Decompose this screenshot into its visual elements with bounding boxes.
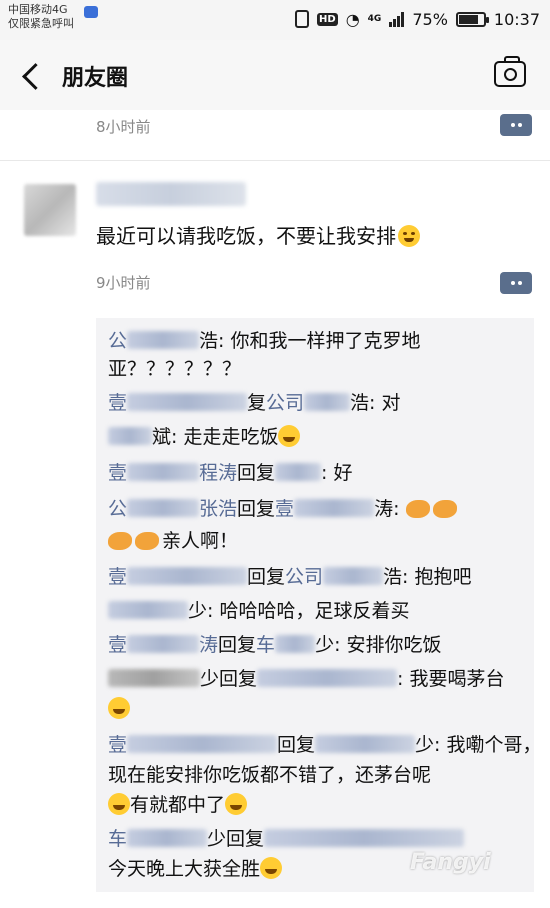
battery-icon — [455, 11, 489, 27]
comment-item[interactable]: 壹程涛回复: 好 — [108, 460, 353, 486]
hd-voice-icon: HD — [317, 12, 338, 26]
previous-post-time: 8小时前 — [96, 118, 151, 136]
status-bar: 中国移动4G 仅限紧急呼叫 HD ◔ 4G 75% 10:37 — [0, 0, 550, 40]
watermark: Fangyi — [410, 850, 491, 875]
crying-emoji-icon — [398, 225, 420, 247]
laughing-emoji-icon — [225, 793, 248, 815]
camera-icon[interactable] — [494, 56, 526, 87]
poster-name-blurred[interactable] — [96, 182, 246, 206]
post-more-button[interactable] — [500, 272, 532, 294]
post-text: 最近可以请我吃饭，不要让我安排 — [96, 220, 420, 249]
comment-item[interactable]: 壹复公司 浩: 对 — [108, 390, 401, 416]
handshake-emoji-icon — [108, 532, 132, 550]
comment-section: 公浩: 你和我一样押了克罗地 亚？？？？？？ 壹复公司 浩: 对 斌: 走走走吃饭… — [96, 318, 541, 892]
clock: 10:37 — [493, 9, 540, 29]
comment-item[interactable]: 车少回复 — [108, 826, 465, 852]
avatar[interactable] — [24, 184, 76, 236]
signal-icon — [389, 11, 405, 27]
comment-item[interactable]: 壹涛回复车 少: 安排你吃饭 — [108, 632, 442, 658]
comment-item[interactable]: 公浩: 你和我一样押了克罗地 — [108, 328, 420, 354]
comment-item[interactable]: 壹回复公司 浩: 抱抱吧 — [108, 564, 472, 590]
thinking-emoji-icon — [108, 793, 130, 815]
comment-item-continued: 现在能安排你吃饭都不错了，还茅台呢 — [108, 764, 432, 786]
vibrate-icon — [295, 10, 310, 28]
handshake-emoji-icon — [432, 500, 457, 518]
carrier-name: 中国移动4G — [8, 3, 68, 16]
smiling-emoji-icon — [260, 857, 283, 879]
comment-item[interactable]: 壹回复 少: 我嘞个哥， — [108, 732, 541, 758]
comment-item-continued — [108, 696, 130, 722]
handshake-emoji-icon — [405, 500, 430, 518]
battery-percent: 75% — [412, 9, 448, 29]
laughing-emoji-icon — [278, 425, 301, 447]
carrier-emblem-icon — [84, 6, 98, 18]
post-divider — [0, 160, 550, 161]
back-arrow-icon[interactable] — [14, 56, 54, 96]
status-icons: HD ◔ 4G 75% 10:37 — [295, 8, 540, 30]
wifi-icon: ◔ — [345, 9, 360, 29]
handshake-emoji-icon — [135, 532, 159, 550]
previous-post-more-button[interactable] — [500, 114, 532, 136]
post-time: 9小时前 — [96, 274, 151, 292]
comment-item-continued: 亲人啊！ — [108, 528, 238, 554]
page-title: 朋友圈 — [62, 66, 129, 91]
title-bar: 朋友圈 — [0, 40, 550, 110]
comment-item[interactable]: 斌: 走走走吃饭 — [108, 424, 301, 450]
network-type-icon: 4G — [367, 14, 382, 24]
comment-item[interactable]: 少: 哈哈哈哈，足球反着买 — [108, 598, 409, 624]
comment-item[interactable]: 少回复: 我要喝茅台 — [108, 666, 504, 692]
comment-item-continued: 亚？？？？？？ — [108, 358, 242, 380]
post-body: 最近可以请我吃饭，不要让我安排 — [96, 224, 396, 248]
emergency-only-label: 仅限紧急呼叫 — [8, 17, 74, 30]
comment-item-continued: 有就都中了 — [108, 792, 248, 818]
smiling-emoji-icon — [108, 697, 130, 719]
comment-item-continued: 今天晚上大获全胜 — [108, 856, 283, 882]
comment-item[interactable]: 公张浩回复壹 涛: — [108, 496, 460, 522]
carrier-info: 中国移动4G 仅限紧急呼叫 — [8, 3, 74, 31]
